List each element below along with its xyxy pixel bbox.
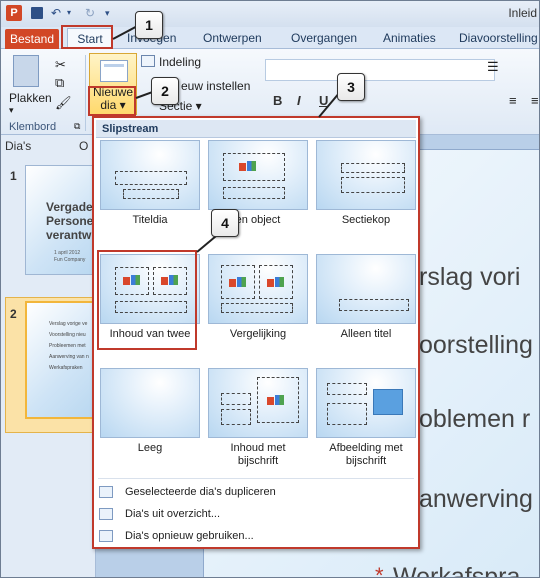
slide-text-line: anwerving — [419, 485, 533, 513]
layout-title-only[interactable]: Alleen titel — [314, 254, 416, 364]
slide-text-line: oblemen r — [419, 405, 531, 433]
title-bar: P ↶ ▾ ↻ ▾ Inleid — [1, 1, 539, 27]
group-separator — [85, 55, 86, 131]
layout-caption: Leeg — [137, 442, 163, 454]
slide-text-line: oorstelling — [419, 331, 533, 359]
powerpoint-window: P ↶ ▾ ↻ ▾ Inleid Bestand Start Invoegen … — [0, 0, 540, 578]
menu-item-label: Geselecteerde dia's dupliceren — [125, 486, 276, 498]
layout-thumbnail — [316, 368, 416, 438]
duplicate-slides-icon — [99, 486, 113, 498]
clipboard-launcher-icon[interactable]: ⧉ — [74, 121, 80, 132]
layout-caption: Sectiekop — [341, 214, 391, 226]
layout-comparison[interactable]: Vergelijking — [206, 254, 308, 364]
tab-slides[interactable]: Dia's — [5, 139, 31, 153]
thumb-subtitle: 1 april 2012 Fun Company — [54, 250, 86, 263]
slide-number-1: 1 — [10, 169, 17, 183]
bold-button[interactable]: B — [273, 93, 282, 108]
slides-from-outline-icon — [99, 508, 113, 520]
layout-thumbnail — [100, 368, 200, 438]
layout-thumbnail — [208, 140, 308, 210]
layout-picture-with-caption[interactable]: Afbeelding met bijschrift — [314, 368, 416, 478]
redo-icon[interactable]: ↻ — [85, 6, 95, 20]
paste-dropdown-icon[interactable]: ▾ — [9, 105, 14, 116]
layout-thumbnail — [100, 140, 200, 210]
layout-thumbnail — [316, 140, 416, 210]
powerpoint-logo-icon[interactable]: P — [6, 5, 22, 21]
gallery-header: Slipstream — [96, 120, 416, 138]
layout-thumbnail — [208, 368, 308, 438]
reuse-slides-icon — [99, 530, 113, 542]
layout-content-with-caption[interactable]: Inhoud met bijschrift — [206, 368, 308, 478]
callout-4: 4 — [211, 209, 239, 237]
italic-button[interactable]: I — [297, 93, 301, 108]
slide-text-line: rslag vori — [419, 263, 521, 291]
menu-item-label: Dia's uit overzicht... — [125, 508, 221, 520]
layout-blank[interactable]: Leeg — [98, 368, 200, 478]
slides-from-outline-menu-item[interactable]: Dia's uit overzicht... — [99, 505, 319, 523]
reset-button-label[interactable]: euw instellen — [181, 79, 250, 93]
callout-2: 2 — [151, 77, 179, 105]
paste-button-label[interactable]: Plakken — [9, 91, 52, 105]
new-slide-highlight — [88, 86, 136, 116]
tab-transitions[interactable]: Overgangen — [291, 31, 357, 45]
layout-caption: Titeldia — [132, 214, 168, 226]
layout-icon[interactable] — [141, 55, 155, 67]
start-tab-highlight — [61, 25, 113, 49]
layout-title-slide[interactable]: Titeldia — [98, 140, 200, 250]
tab-slideshow[interactable]: Diavoorstelling — [459, 31, 538, 45]
layout-caption: Alleen titel — [340, 328, 392, 340]
layout-thumbnail — [316, 254, 416, 324]
layout-caption: Afbeelding met bijschrift — [329, 442, 403, 467]
tab-outline[interactable]: O — [79, 139, 88, 153]
paste-icon[interactable] — [13, 55, 39, 87]
layout-section-header[interactable]: Sectiekop — [314, 140, 416, 250]
align-center-icon[interactable]: ≡ — [531, 93, 539, 108]
save-icon[interactable] — [31, 7, 43, 19]
font-name-input[interactable] — [265, 59, 495, 81]
format-painter-icon[interactable]: 🖌 — [55, 95, 72, 111]
customize-qat-icon[interactable]: ▾ — [105, 6, 110, 20]
align-left-icon[interactable]: ≡ — [509, 93, 517, 108]
slide-number-2: 2 — [10, 307, 17, 321]
tab-animations[interactable]: Animaties — [383, 31, 436, 45]
layout-button-label[interactable]: Indeling — [159, 55, 201, 69]
slide-thumbnail-2[interactable]: Verslag vorige ve Voorstelling nieu Prob… — [25, 301, 99, 419]
callout-3: 3 — [337, 73, 365, 101]
bullets-icon[interactable]: ☰ — [487, 59, 499, 75]
duplicate-slides-menu-item[interactable]: Geselecteerde dia's dupliceren — [99, 483, 319, 501]
copy-icon[interactable]: ⧉ — [55, 75, 64, 91]
menu-separator — [98, 478, 414, 479]
slide-thumbnail-1[interactable]: Vergade Persone verantw 1 april 2012 Fun… — [25, 165, 99, 275]
thumb-title: Vergade Persone verantw — [46, 200, 94, 242]
clipboard-group-label: Klembord — [9, 121, 57, 133]
undo-dropdown-icon[interactable]: ▾ — [67, 6, 71, 20]
tab-design[interactable]: Ontwerpen — [203, 31, 262, 45]
reuse-slides-menu-item[interactable]: Dia's opnieuw gebruiken... — [99, 527, 319, 545]
window-title: Inleid — [508, 6, 537, 20]
slide-bullet-star: * — [375, 563, 384, 578]
layout-thumbnail — [208, 254, 308, 324]
two-content-highlight — [97, 250, 197, 350]
menu-item-label: Dia's opnieuw gebruiken... — [125, 530, 254, 542]
new-slide-icon — [100, 60, 128, 82]
undo-icon[interactable]: ↶ — [51, 6, 61, 20]
callout-1: 1 — [135, 11, 163, 39]
layout-caption: Inhoud met bijschrift — [230, 442, 286, 467]
layout-caption: Vergelijking — [229, 328, 287, 340]
cut-icon[interactable]: ✂ — [55, 57, 66, 73]
tab-file[interactable]: Bestand — [5, 29, 59, 49]
thumb-bullets: Verslag vorige ve Voorstelling nieu Prob… — [49, 321, 89, 371]
slide-text-line: Werkafspra — [393, 563, 521, 578]
